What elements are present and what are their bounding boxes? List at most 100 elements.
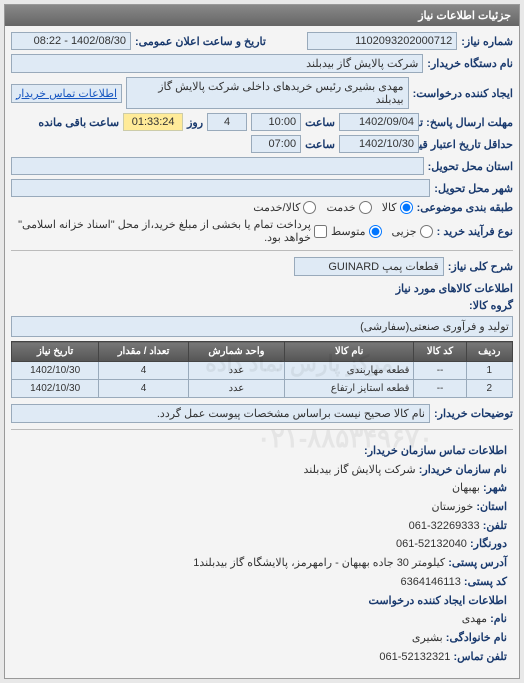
row-process: نوع فرآیند خرید : جزیی متوسط پرداخت تمام… [11,218,513,244]
province-label: استان: [476,501,507,513]
notes-label: توضیحات خریدار: [434,407,513,420]
checkbox-treasury[interactable]: پرداخت تمام یا بخشی از مبلغ خرید،از محل … [11,218,327,244]
cphone-val: 52132321-061 [379,651,450,663]
requester-label: ایجاد کننده درخواست: [413,87,513,100]
fname-val: مهدی [462,613,487,625]
announce-field: 1402/08/30 - 08:22 [11,32,131,50]
row-group: گروه کالا: [11,299,513,312]
req-no-label: شماره نیاز: [461,35,513,48]
city-val: بهبهان [452,482,480,494]
row-delivery-city: شهر محل تحویل: [11,179,513,197]
row-requester: ایجاد کننده درخواست: مهدی بشیری رئیس خری… [11,77,513,109]
th-qty: تعداد / مقدار [99,342,189,362]
phone-label: تلفن: [483,520,507,532]
need-desc-label: شرح کلی نیاز: [448,260,513,273]
radio-medium-input[interactable] [369,225,382,238]
cell-unit: عدد [188,380,284,398]
validity-date: 1402/10/30 [339,135,419,153]
validity-time: 07:00 [251,135,301,153]
delivery-city-field [11,179,430,197]
radio-goods-service-input[interactable] [303,201,316,214]
time-label-2: ساعت [305,138,335,151]
group-label: گروه کالا: [469,299,513,312]
row-validity: حداقل تاریخ اعتبار قیمت: تا تاریخ: 1402/… [11,135,513,153]
th-row: ردیف [466,342,512,362]
radio-goods[interactable]: کالا [382,201,413,214]
details-panel: جزئیات اطلاعات نیاز شماره نیاز: 11020932… [4,4,520,679]
remaining-field: 01:33:24 [123,113,183,131]
cell-row: 1 [466,362,512,380]
province-val: خوزستان [431,501,473,513]
contact-block: اطلاعات تماس سازمان خریدار: نام سازمان خ… [11,436,513,672]
lname-label: نام خانوادگی: [446,632,507,644]
row-deadline: مهلت ارسال پاسخ: تا تاریخ: 1402/09/04 سا… [11,113,513,131]
cell-unit: عدد [188,362,284,380]
radio-goods-service[interactable]: کالا/خدمت [253,201,316,214]
org-label: نام سازمان خریدار: [419,464,507,476]
org-val: شرکت پالایش گاز بیدبلند [304,464,416,476]
deadline-date: 1402/09/04 [339,113,419,131]
radio-small-input[interactable] [420,225,433,238]
items-table: ردیف کد کالا نام کالا واحد شمارش تعداد /… [11,341,513,398]
table-row: 1 -- قطعه مهاربندی عدد 4 1402/10/30 [12,362,513,380]
cell-code: -- [414,362,466,380]
cell-qty: 4 [99,362,189,380]
th-date: تاریخ نیاز [12,342,99,362]
subject-label: طبقه بندی موضوعی: [417,201,513,214]
buyer-org-field: شرکت پالایش گاز بیدبلند [11,54,423,73]
zip-label: کد پستی: [464,576,507,588]
process-label: نوع فرآیند خرید : [437,225,513,238]
table-header-row: ردیف کد کالا نام کالا واحد شمارش تعداد /… [12,342,513,362]
row-notes: توضیحات خریدار: نام کالا صحیح نیست براسا… [11,404,513,423]
days-label: روز [187,116,203,129]
radio-service[interactable]: خدمت [326,201,371,214]
creator-title: اطلاعات ایجاد کننده درخواست [369,595,507,607]
cphone-label: تلفن تماس: [453,651,507,663]
row-buyer-org: نام دستگاه خریدار: شرکت پالایش گاز بیدبل… [11,54,513,73]
buyer-org-label: نام دستگاه خریدار: [427,57,513,70]
remaining-label: ساعت باقی مانده [38,116,119,129]
cell-date: 1402/10/30 [12,362,99,380]
addr-val: کیلومتر 30 جاده بهبهان - رامهرمز، پالایش… [193,557,445,569]
radio-small[interactable]: جزیی [392,225,433,238]
process-radio-group: جزیی متوسط [331,225,433,238]
need-desc-field: قطعات پمپ GUINARD [294,257,444,276]
panel-title: جزئیات اطلاعات نیاز [5,5,519,26]
radio-service-input[interactable] [359,201,372,214]
lname-val: بشیری [412,632,443,644]
delivery-province-label: استان محل تحویل: [428,160,513,173]
cell-name: قطعه مهاربندی [284,362,414,380]
fax-label: دورنگار: [470,538,507,550]
time-label-1: ساعت [305,116,335,129]
panel-body: شماره نیاز: 1102093202000712 تاریخ و ساع… [5,26,519,678]
announce-label: تاریخ و ساعت اعلان عمومی: [135,35,266,48]
days-field: 4 [207,113,247,131]
group-field: تولید و فرآوری صنعتی(سفارشی) [11,316,513,337]
notes-field: نام کالا صحیح نیست براساس مشخصات پیوست ع… [11,404,430,423]
addr-label: آدرس پستی: [448,557,507,569]
cell-qty: 4 [99,380,189,398]
city-label: شهر: [483,482,507,494]
validity-label: حداقل تاریخ اعتبار قیمت: تا تاریخ: [423,138,513,151]
phone-val: 32269333-061 [409,520,480,532]
checkbox-treasury-input[interactable] [314,225,327,238]
cell-date: 1402/10/30 [12,380,99,398]
deadline-time: 10:00 [251,113,301,131]
row-delivery-province: استان محل تحویل: [11,157,513,175]
table-row: 2 -- قطعه استایز ارتفاع عدد 4 1402/10/30 [12,380,513,398]
radio-medium[interactable]: متوسط [331,225,382,238]
th-name: نام کالا [284,342,414,362]
delivery-city-label: شهر محل تحویل: [434,182,513,195]
row-subject: طبقه بندی موضوعی: کالا خدمت کالا/خدمت [11,201,513,214]
radio-goods-input[interactable] [400,201,413,214]
group-title: اطلاعات کالاهای مورد نیاز [11,282,513,295]
requester-field: مهدی بشیری رئیس خریدهای داخلی شرکت پالای… [126,77,409,109]
cell-row: 2 [466,380,512,398]
zip-val: 6364146113 [400,576,460,588]
th-code: کد کالا [414,342,466,362]
row-req-no: شماره نیاز: 1102093202000712 تاریخ و ساع… [11,32,513,50]
buyer-contact-link[interactable]: اطلاعات تماس خریدار [11,84,122,103]
cell-code: -- [414,380,466,398]
req-no-field: 1102093202000712 [307,32,457,50]
row-need-desc: شرح کلی نیاز: قطعات پمپ GUINARD [11,257,513,276]
